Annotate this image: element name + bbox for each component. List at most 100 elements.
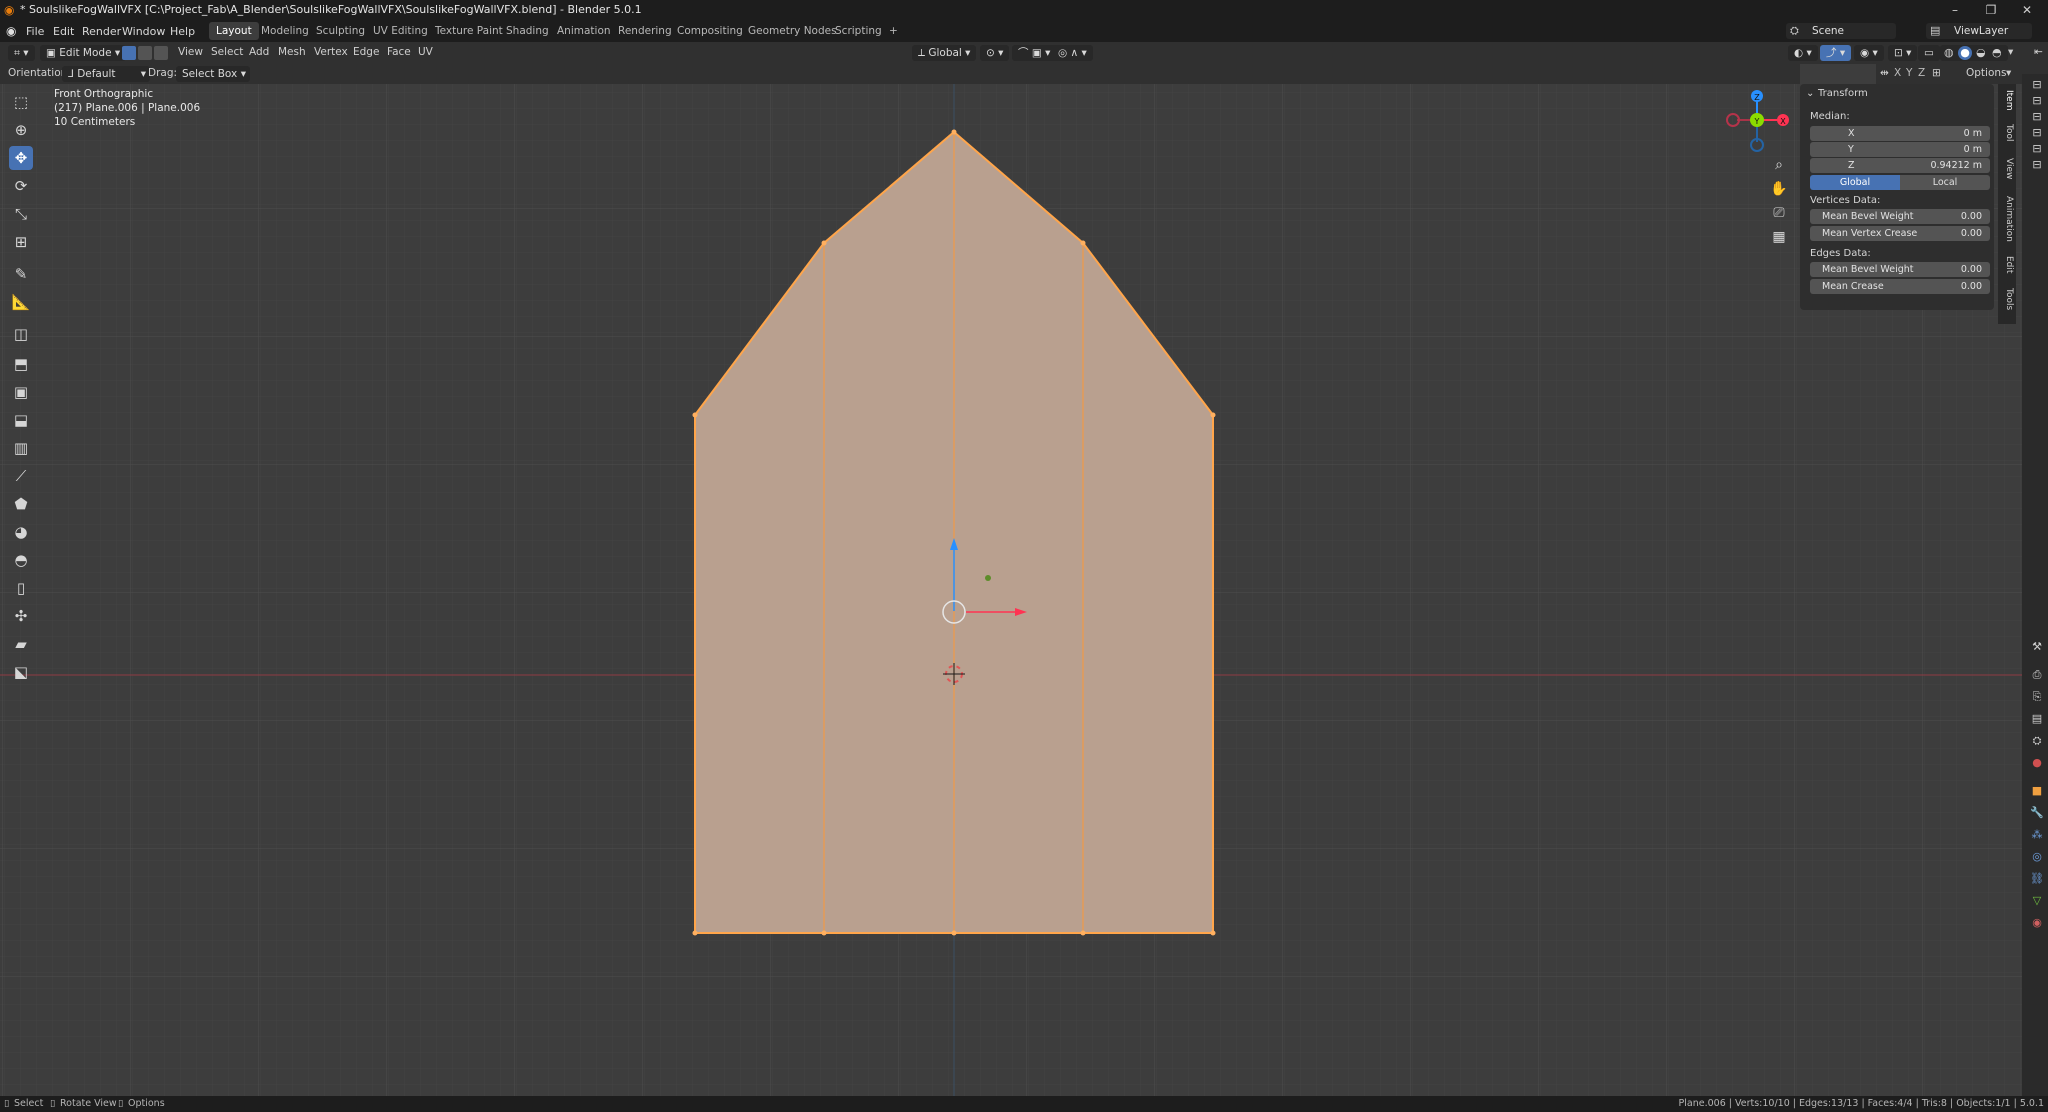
modifier-properties-icon[interactable]: 🔧 (2030, 806, 2044, 820)
material-properties-icon[interactable]: ◉ (2030, 916, 2044, 930)
inset-tool-icon[interactable]: ▣ (9, 380, 33, 404)
mirror-x-toggle[interactable]: X (1894, 67, 1901, 79)
maximize-button[interactable]: ❐ (1976, 2, 2006, 18)
constraints-properties-icon[interactable]: ⛓ (2030, 872, 2044, 886)
collection-icon[interactable]: ⊟ (2030, 142, 2044, 156)
scene-selector[interactable]: ⛭ Scene (1786, 23, 1896, 39)
workspace-tab-layout[interactable]: Layout (209, 22, 259, 40)
mesh-edit-overlays-button[interactable]: ⊡ ▾ (1888, 45, 1918, 61)
sidebar-toggle-icon[interactable]: ⇤ (2034, 46, 2043, 58)
median-y-field[interactable]: Y 0 m (1810, 142, 1990, 157)
edge-mean-crease-field[interactable]: Mean Crease 0.00 (1810, 279, 1990, 294)
menu-add[interactable]: Add (249, 46, 269, 58)
ortho-grid-icon[interactable]: ▦ (1768, 226, 1790, 248)
workspace-tab-animation[interactable]: Animation (550, 22, 618, 40)
cursor-tool-icon[interactable]: ⊕ (9, 118, 33, 142)
editor-type-button[interactable]: ⌗ ▾ (8, 45, 35, 61)
workspace-tab-scripting[interactable]: Scripting (828, 22, 889, 40)
zoom-icon[interactable]: ⌕ (1768, 154, 1790, 176)
chevron-down-icon[interactable]: ⌄ (1806, 88, 1814, 99)
smooth-tool-icon[interactable]: ◓ (9, 548, 33, 572)
local-toggle-button[interactable]: Local (1900, 175, 1990, 190)
transform-orientation-selector[interactable]: ⟂ Global ▾ (912, 45, 977, 61)
menu-view[interactable]: View (178, 46, 203, 58)
xray-toggle-button[interactable]: ▭ (1918, 45, 1940, 61)
camera-view-icon[interactable]: ⎚ (1768, 202, 1790, 224)
menu-edge[interactable]: Edge (353, 46, 379, 58)
options-dropdown[interactable]: Options (1966, 67, 2007, 79)
scene-properties-icon[interactable]: ⛭ (2030, 734, 2044, 748)
view-layer-properties-icon[interactable]: ▤ (2030, 712, 2044, 726)
vertex-mean-crease-field[interactable]: Mean Vertex Crease 0.00 (1810, 226, 1990, 241)
collection-icon[interactable]: ⊟ (2030, 78, 2044, 92)
pivot-point-button[interactable]: ⊙ ▾ (980, 45, 1010, 61)
workspace-tab-texture-paint[interactable]: Texture Paint (428, 22, 510, 40)
knife-tool-icon[interactable]: ⟋ (9, 464, 33, 488)
collection-icon[interactable]: ⊟ (2030, 158, 2044, 172)
rendered-shading-icon[interactable]: ◓ (1992, 46, 2002, 59)
spin-tool-icon[interactable]: ◕ (9, 520, 33, 544)
extrude-tool-icon[interactable]: ⬒ (9, 352, 33, 376)
output-properties-icon[interactable]: ⎘ (2030, 690, 2044, 704)
add-workspace-button[interactable]: + (882, 22, 905, 40)
add-cube-tool-icon[interactable]: ◫ (9, 322, 33, 346)
select-box-tool-icon[interactable]: ⬚ (9, 90, 33, 114)
workspace-tab-compositing[interactable]: Compositing (670, 22, 750, 40)
vertex-select-mode-button[interactable] (122, 46, 136, 60)
poly-build-tool-icon[interactable]: ⬟ (9, 492, 33, 516)
rip-region-tool-icon[interactable]: ⬕ (9, 660, 33, 684)
blender-menu-icon[interactable]: ◉ (6, 24, 16, 38)
edge-slide-tool-icon[interactable]: ▯ (9, 576, 33, 600)
menu-mesh[interactable]: Mesh (278, 46, 306, 58)
menu-select[interactable]: Select (211, 46, 243, 58)
transform-tool-icon[interactable]: ⊞ (9, 230, 33, 254)
tool-properties-icon[interactable]: ⚒ (2030, 640, 2044, 654)
tab-tool[interactable]: Tool (2000, 124, 2014, 141)
shear-tool-icon[interactable]: ▰ (9, 632, 33, 656)
edge-mean-bevel-weight-field[interactable]: Mean Bevel Weight 0.00 (1810, 262, 1990, 277)
face-select-mode-button[interactable] (154, 46, 168, 60)
transform-section-title[interactable]: Transform (1818, 88, 1868, 99)
pan-hand-icon[interactable]: ✋ (1768, 178, 1790, 200)
orientation-dropdown[interactable]: ⅃ Default ▾ (62, 66, 150, 82)
minimize-button[interactable]: – (1940, 2, 1970, 18)
workspace-tab-uv-editing[interactable]: UV Editing (366, 22, 435, 40)
auto-merge-icon[interactable]: ⊞ (1932, 67, 1941, 79)
collection-icon[interactable]: ⊟ (2030, 110, 2044, 124)
physics-properties-icon[interactable]: ◎ (2030, 850, 2044, 864)
median-z-field[interactable]: Z 0.94212 m (1810, 158, 1990, 173)
render-properties-icon[interactable]: ⎙ (2030, 668, 2044, 682)
move-tool-icon[interactable]: ✥ (9, 146, 33, 170)
workspace-tab-rendering[interactable]: Rendering (611, 22, 679, 40)
menu-vertex[interactable]: Vertex (314, 46, 348, 58)
tab-animation[interactable]: Animation (2000, 196, 2014, 242)
wireframe-shading-icon[interactable]: ◍ (1944, 46, 1954, 59)
menu-uv[interactable]: UV (418, 46, 433, 58)
global-toggle-button[interactable]: Global (1810, 175, 1900, 190)
median-x-field[interactable]: X 0 m (1810, 126, 1990, 141)
mirror-y-toggle[interactable]: Y (1906, 67, 1912, 79)
solid-shading-icon[interactable]: ● (1958, 46, 1972, 60)
edge-select-mode-button[interactable] (138, 46, 152, 60)
bevel-tool-icon[interactable]: ⬓ (9, 408, 33, 432)
collection-icon[interactable]: ⊟ (2030, 94, 2044, 108)
snap-toggle-button[interactable]: ⌒ ▣ ▾ (1012, 45, 1057, 61)
selectability-visibility-button[interactable]: ◐ ▾ (1788, 45, 1818, 61)
scale-tool-icon[interactable]: ⤡ (9, 202, 33, 226)
gizmo-toggle-button[interactable]: ⤴ ▾ (1820, 45, 1852, 61)
overlays-button[interactable]: ◉ ▾ (1854, 45, 1884, 61)
loop-cut-tool-icon[interactable]: ▥ (9, 436, 33, 460)
menu-file[interactable]: File (20, 23, 50, 40)
proportional-edit-button[interactable]: ◎ ∧ ▾ (1052, 45, 1093, 61)
workspace-tab-sculpting[interactable]: Sculpting (309, 22, 372, 40)
close-button[interactable]: ✕ (2012, 2, 2042, 18)
tab-edit[interactable]: Edit (2000, 256, 2014, 273)
annotate-tool-icon[interactable]: ✎ (9, 262, 33, 286)
view-layer-selector[interactable]: ▤ ViewLayer (1926, 23, 2032, 39)
menu-face[interactable]: Face (387, 46, 411, 58)
mirror-z-toggle[interactable]: Z (1918, 67, 1925, 79)
viewport-canvas[interactable]: Z Y X (0, 84, 2048, 1096)
mode-selector[interactable]: ▣ Edit Mode ▾ (40, 45, 126, 61)
shading-options-chevron-icon[interactable]: ▾ (2008, 46, 2013, 58)
workspace-tab-shading[interactable]: Shading (499, 22, 556, 40)
